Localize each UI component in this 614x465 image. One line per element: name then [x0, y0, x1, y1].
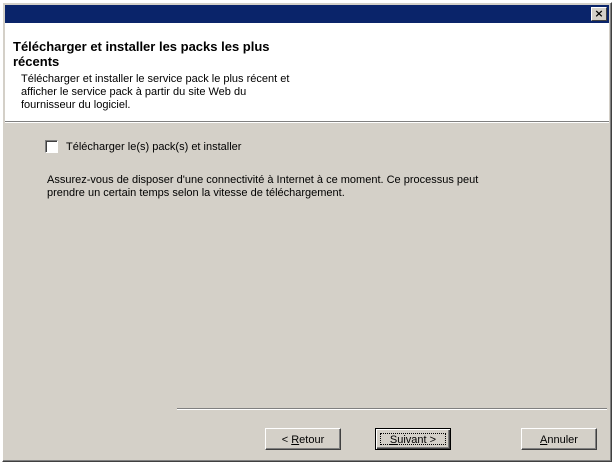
download-install-checkbox[interactable] — [45, 140, 58, 153]
close-icon: × — [594, 7, 604, 20]
cancel-button-label: nnuler — [547, 434, 578, 446]
title-bar[interactable]: × — [5, 5, 609, 23]
header-divider — [5, 121, 609, 123]
page-subtitle-line: Télécharger et installer le service pack… — [21, 73, 290, 85]
page-title-line: récents — [13, 54, 60, 69]
download-install-label[interactable]: Télécharger le(s) pack(s) et installer — [66, 141, 241, 153]
connectivity-info: Assurez-vous de disposer d'une connectiv… — [47, 174, 567, 200]
page-subtitle-line: afficher le service pack à partir du sit… — [21, 86, 247, 98]
close-button[interactable]: × — [591, 7, 607, 21]
info-line: Assurez-vous de disposer d'une connectiv… — [47, 174, 479, 186]
download-install-option[interactable]: Télécharger le(s) pack(s) et installer — [45, 140, 241, 153]
page-subtitle-line: fournisseur du logiciel. — [21, 99, 131, 111]
page-subtitle: Télécharger et installer le service pack… — [21, 73, 321, 112]
cancel-button[interactable]: Annuler — [521, 428, 597, 450]
back-button-prefix: < — [281, 434, 292, 446]
back-button[interactable]: < Retour — [265, 428, 341, 450]
page-title: Télécharger et installer les packs les p… — [13, 39, 343, 69]
info-line: prendre un certain temps selon la vitess… — [47, 187, 345, 199]
back-button-label: etour — [299, 434, 325, 446]
wizard-dialog: × Télécharger et installer les packs les… — [2, 2, 612, 462]
next-button[interactable]: Suivant > — [375, 428, 451, 450]
next-button-label: uivant > — [397, 434, 437, 446]
page-title-line: Télécharger et installer les packs les p… — [13, 39, 270, 54]
back-button-mnemonic: R — [291, 434, 300, 446]
footer-divider — [177, 408, 607, 410]
wizard-header: Télécharger et installer les packs les p… — [5, 23, 609, 121]
